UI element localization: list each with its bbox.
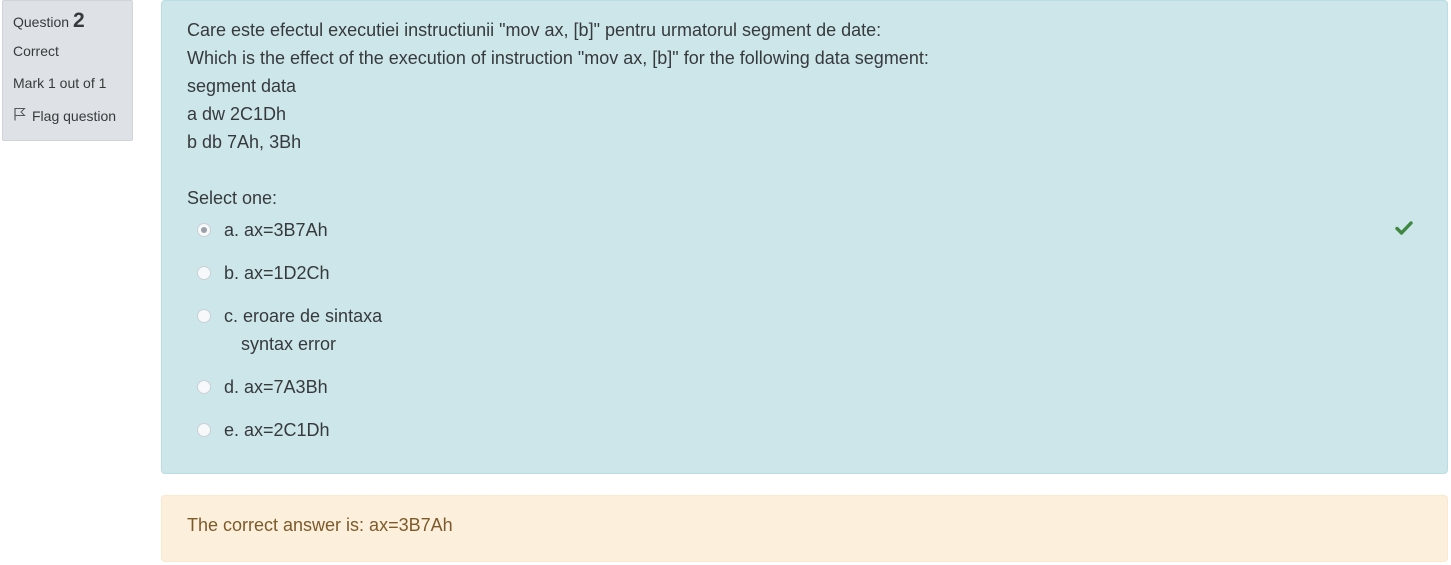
answer-radio-a[interactable] bbox=[197, 223, 211, 237]
answer-label-a: a. ax=3B7Ah bbox=[224, 220, 328, 240]
question-label: Question bbox=[13, 14, 70, 30]
question-number-value: 2 bbox=[73, 9, 85, 32]
answer-radio-e[interactable] bbox=[197, 423, 211, 437]
question-text-line: Which is the effect of the execution of … bbox=[187, 48, 929, 68]
answer-label-e: e. ax=2C1Dh bbox=[224, 420, 330, 440]
answer-label-c-line2: syntax error bbox=[241, 334, 337, 354]
question-grade: Mark 1 out of 1 bbox=[13, 75, 107, 91]
question-state: Correct bbox=[13, 43, 59, 59]
question-number: Question 2 bbox=[13, 9, 122, 33]
question-text: Care este efectul executiei instructiuni… bbox=[187, 16, 1422, 156]
answer-label-c-line1: c. eroare de sintaxa bbox=[224, 306, 383, 326]
flag-icon bbox=[13, 107, 26, 124]
check-icon bbox=[1394, 220, 1414, 236]
answer-option-b[interactable]: b. ax=1D2Ch bbox=[197, 259, 1422, 287]
answer-options: a. ax=3B7Ah b. ax=1D2Ch c. eroare de sin… bbox=[187, 216, 1422, 444]
question-text-line: a dw 2C1Dh bbox=[187, 104, 287, 124]
answer-label-b: b. ax=1D2Ch bbox=[224, 263, 330, 283]
feedback-panel: The correct answer is: ax=3B7Ah bbox=[161, 495, 1448, 562]
answer-option-a[interactable]: a. ax=3B7Ah bbox=[197, 216, 1422, 244]
question-formulation: Care este efectul executiei instructiuni… bbox=[161, 0, 1448, 474]
answer-radio-c[interactable] bbox=[197, 309, 211, 323]
correct-answer-text: The correct answer is: ax=3B7Ah bbox=[187, 515, 453, 535]
answer-option-d[interactable]: d. ax=7A3Bh bbox=[197, 373, 1422, 401]
answer-radio-b[interactable] bbox=[197, 266, 211, 280]
select-one-prompt: Select one: bbox=[187, 188, 278, 208]
question-text-line: segment data bbox=[187, 76, 297, 96]
question-info-panel: Question 2 Correct Mark 1 out of 1 Flag … bbox=[2, 0, 133, 141]
flag-question-link[interactable]: Flag question bbox=[13, 107, 122, 124]
answer-option-c[interactable]: c. eroare de sintaxa syntax error bbox=[197, 302, 1422, 358]
answer-option-e[interactable]: e. ax=2C1Dh bbox=[197, 416, 1422, 444]
flag-question-label: Flag question bbox=[32, 107, 117, 124]
question-text-line: Care este efectul executiei instructiuni… bbox=[187, 20, 882, 40]
answer-label-c: c. eroare de sintaxa syntax error bbox=[224, 302, 382, 358]
answer-label-d: d. ax=7A3Bh bbox=[224, 377, 328, 397]
question-text-line: b db 7Ah, 3Bh bbox=[187, 132, 302, 152]
answer-radio-d[interactable] bbox=[197, 380, 211, 394]
